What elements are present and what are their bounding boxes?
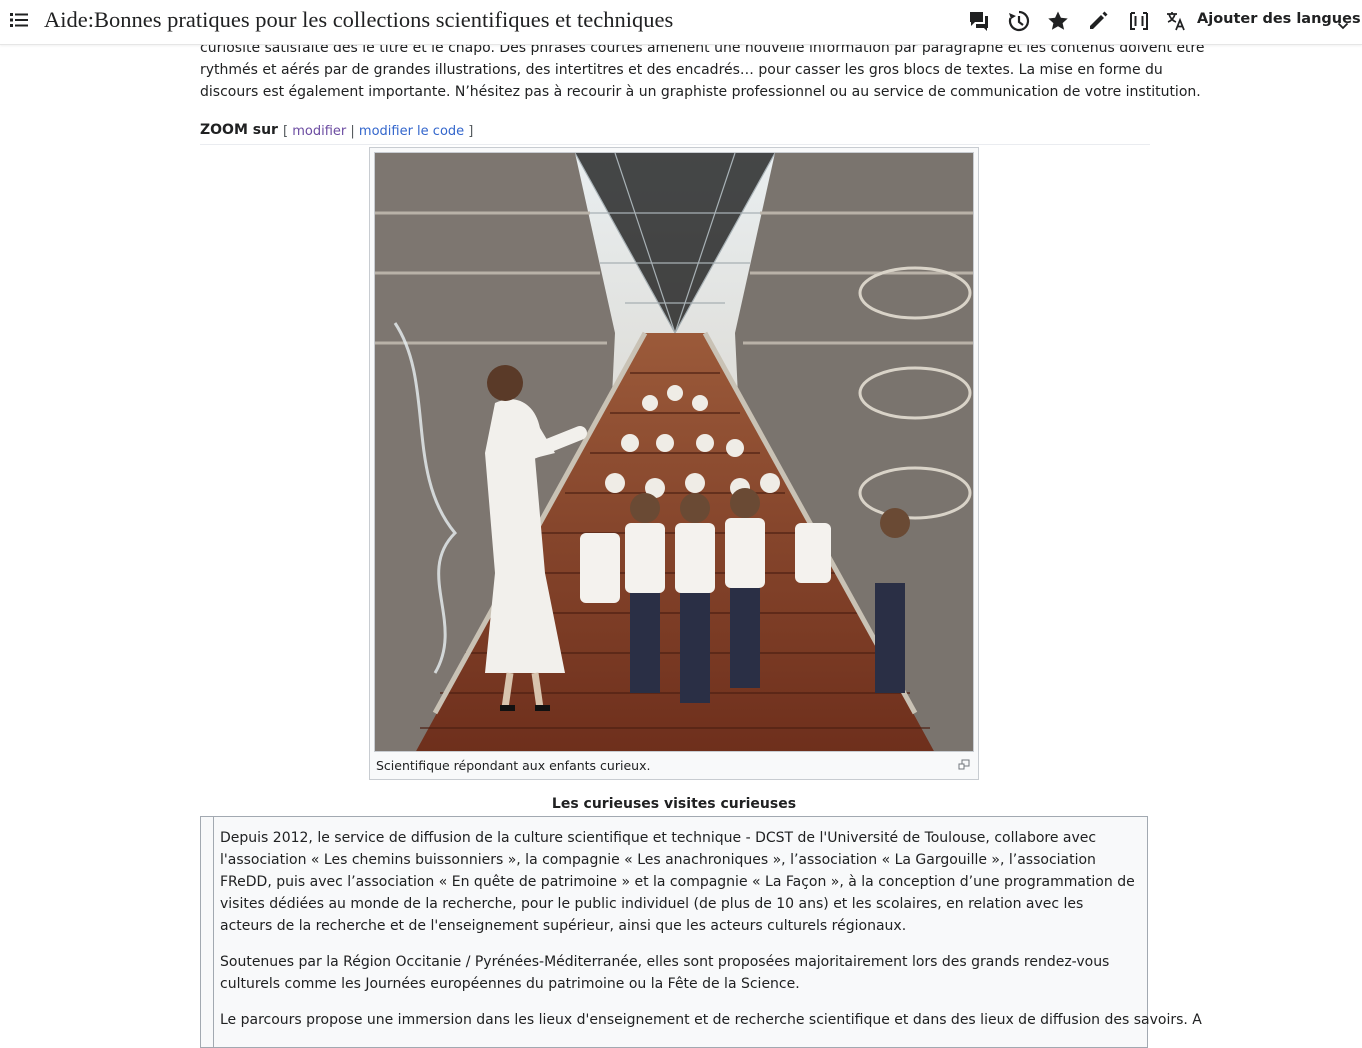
figure-thumbnail: Scientifique répondant aux enfants curie… — [369, 147, 979, 780]
edit-pencil-icon[interactable] — [1087, 10, 1109, 32]
chevron-down-icon — [1337, 16, 1349, 30]
box-paragraph: Le parcours propose une immersion dans l… — [220, 1012, 1202, 1028]
lead-line: rythmés et aérés par de grandes illustra… — [200, 62, 1163, 78]
watch-star-icon[interactable] — [1047, 10, 1069, 32]
figure-image[interactable] — [374, 152, 974, 752]
bracket-open: [ — [283, 124, 289, 139]
magnify-icon[interactable] — [958, 756, 970, 770]
separator: | — [350, 124, 355, 139]
section-heading-row: ZOOM sur [ modifier | modifier le code ] — [200, 120, 1150, 145]
menu-icon[interactable] — [9, 10, 29, 30]
edit-section-link[interactable]: modifier — [292, 124, 346, 139]
lead-paragraph: curiosité satisfaite dès le titre et le … — [200, 37, 1204, 103]
lead-line: discours est également importante. N’hés… — [200, 84, 1201, 100]
talk-icon[interactable] — [968, 10, 990, 32]
history-icon[interactable] — [1008, 10, 1030, 32]
wikitext-brackets-icon[interactable] — [1128, 10, 1150, 32]
edit-section-links: [ modifier | modifier le code ] — [283, 124, 473, 139]
sticky-header: Aide:Bonnes pratiques pour les collectio… — [0, 0, 1362, 45]
info-box-body: Depuis 2012, le service de diffusion de … — [213, 817, 1202, 1047]
bracket-close: ] — [468, 124, 474, 139]
translate-icon — [1165, 10, 1187, 32]
section-heading: ZOOM sur — [200, 122, 278, 138]
add-languages-button[interactable]: Ajouter des langues — [1165, 8, 1361, 34]
box-paragraph: Depuis 2012, le service de diffusion de … — [220, 830, 1135, 934]
edit-source-link[interactable]: modifier le code — [359, 124, 464, 139]
box-paragraph: Soutenues par la Région Occitanie / Pyré… — [220, 954, 1110, 992]
info-box: Depuis 2012, le service de diffusion de … — [200, 816, 1202, 1048]
figure-caption: Scientifique répondant aux enfants curie… — [376, 758, 651, 773]
page-title: Aide:Bonnes pratiques pour les collectio… — [44, 7, 674, 32]
box-title: Les curieuses visites curieuses — [551, 796, 797, 812]
